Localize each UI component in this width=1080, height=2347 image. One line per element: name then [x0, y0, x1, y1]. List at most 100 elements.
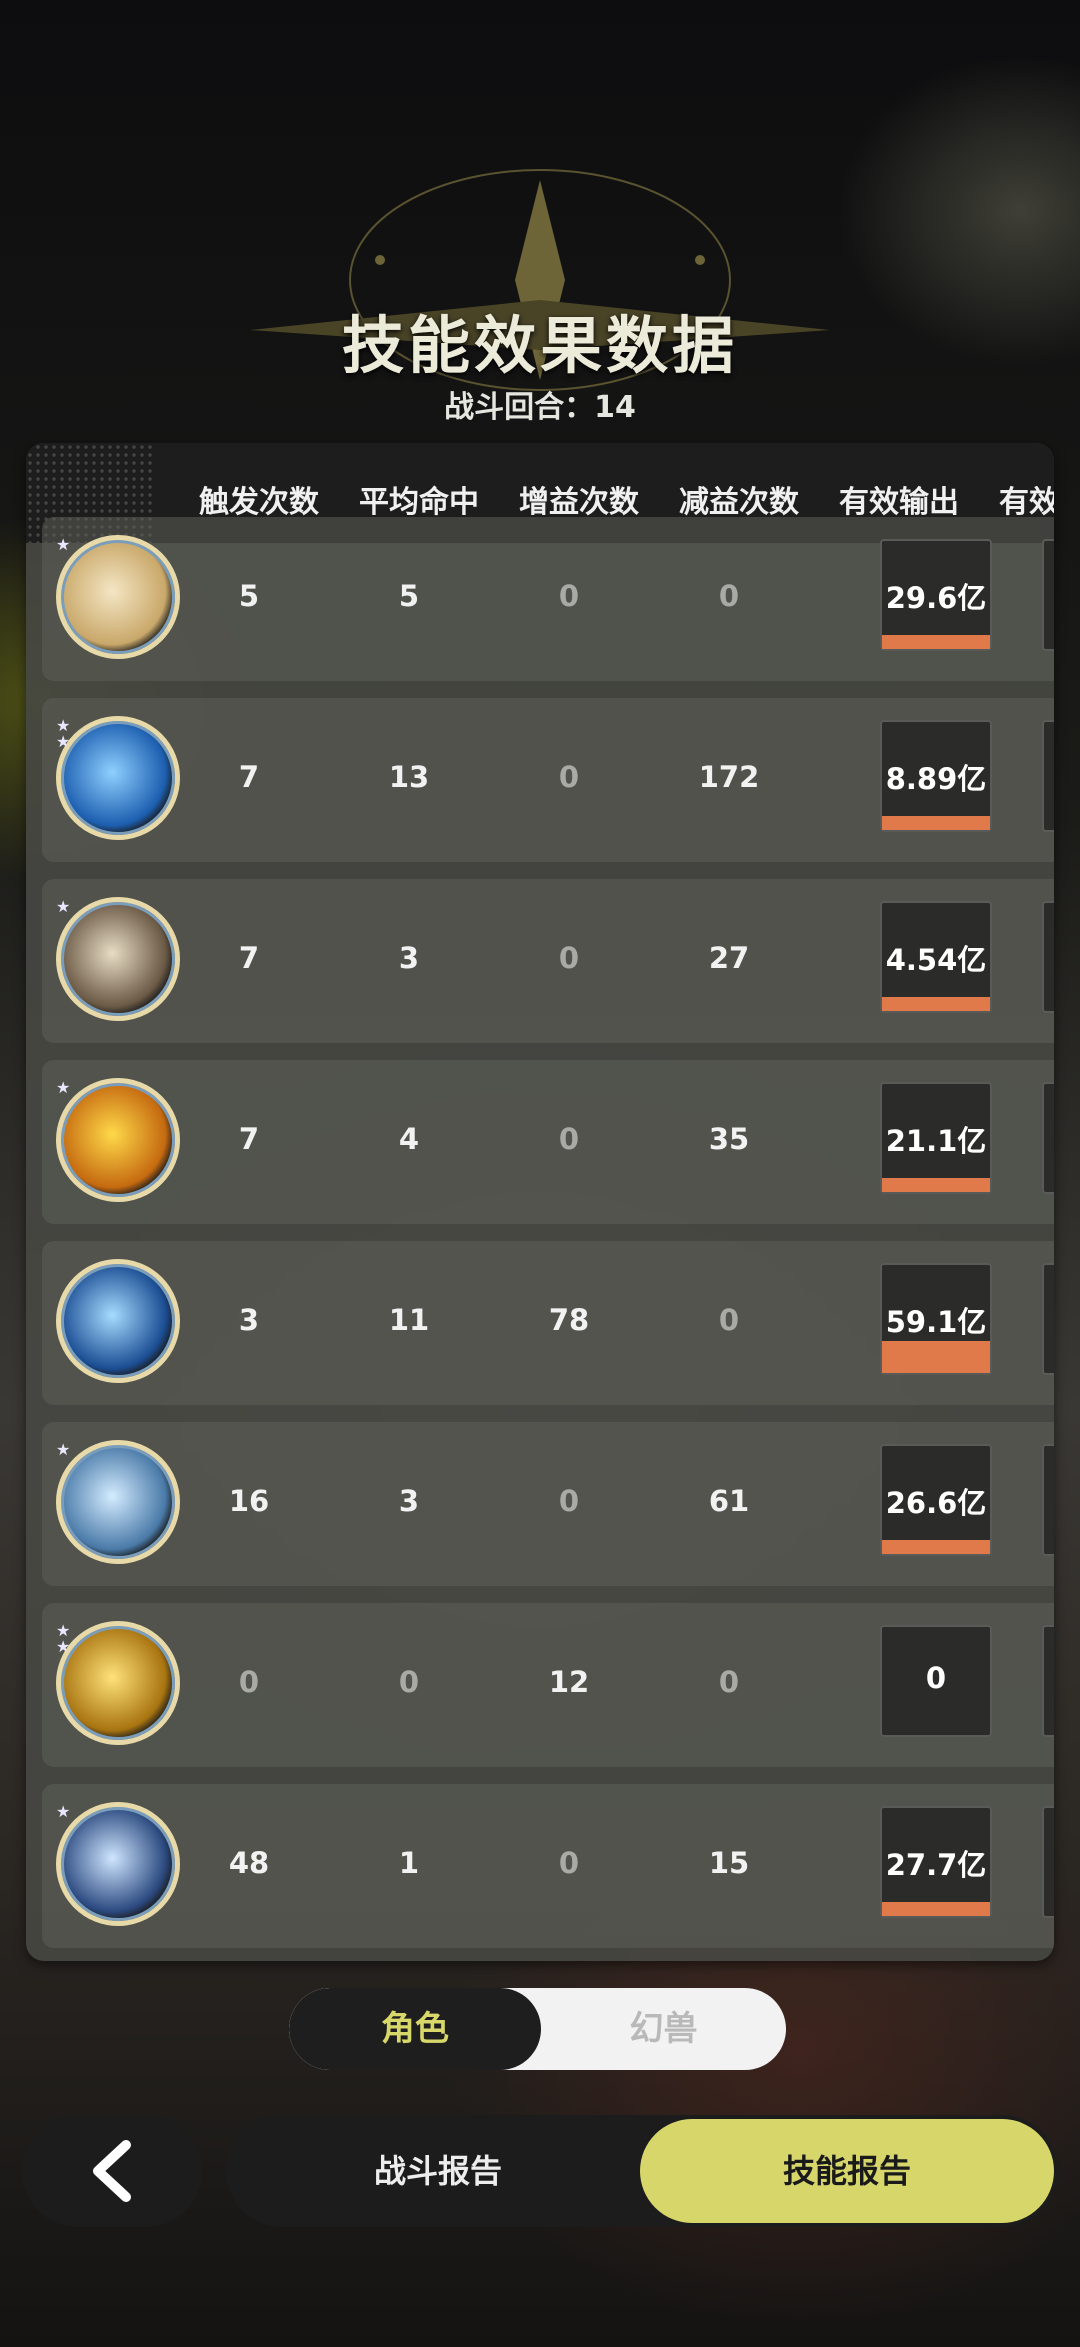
next-column-cell: [1042, 1444, 1054, 1556]
next-column-cell: [1042, 1082, 1054, 1194]
output-bar: [882, 1540, 990, 1554]
output-value: 26.6亿: [885, 1486, 987, 1520]
cell-trigger: 7: [238, 941, 260, 975]
cell-avg-hit: 13: [388, 760, 430, 794]
crystal-shard-icon: [56, 1802, 180, 1926]
cell-debuff: 15: [708, 1846, 750, 1880]
next-column-cell: [1042, 1263, 1054, 1375]
output-cell: 8.89亿: [880, 720, 992, 832]
ice-shield-icon: [56, 1440, 180, 1564]
output-cell: 4.54亿: [880, 901, 992, 1013]
next-column-cell: [1042, 720, 1054, 832]
col-debuff-count: 减益次数: [679, 485, 799, 520]
rank-star-icon: ★ ★: [56, 1621, 71, 1656]
cell-avg-hit: 3: [398, 941, 420, 975]
table-row: ★ 5 5 0 0 29.6亿: [42, 517, 1054, 681]
output-value: 59.1亿: [885, 1305, 987, 1339]
cell-avg-hit: 0: [398, 1665, 420, 1699]
rank-star-icon: ★ ★: [56, 716, 71, 751]
cell-trigger: 16: [228, 1484, 270, 1518]
rank-star-icon: ★: [56, 535, 71, 554]
toggle-beast[interactable]: 幻兽: [541, 1988, 786, 2070]
output-cell: 29.6亿: [880, 539, 992, 651]
back-button[interactable]: [22, 2115, 202, 2227]
cell-trigger: 5: [238, 579, 260, 613]
output-value: 4.54亿: [885, 943, 987, 977]
rank-star-icon: ★: [56, 1802, 71, 1821]
water-ring-icon: [56, 1259, 180, 1383]
cell-avg-hit: 5: [398, 579, 420, 613]
col-effective-output: 有效输出: [839, 485, 959, 520]
cell-buff: 12: [548, 1665, 590, 1699]
cell-buff: 0: [558, 1846, 580, 1880]
col-trigger-count: 触发次数: [199, 485, 319, 520]
cell-buff: 0: [558, 579, 580, 613]
output-cell: 26.6亿: [880, 1444, 992, 1556]
output-bar: [882, 1178, 990, 1192]
fire-burst-icon: [56, 1078, 180, 1202]
output-bar: [882, 1341, 990, 1373]
cell-buff: 0: [558, 1122, 580, 1156]
cell-avg-hit: 11: [388, 1303, 430, 1337]
page-title: 技能效果数据: [341, 309, 738, 382]
toggle-role[interactable]: 角色: [289, 1988, 541, 2070]
next-column-cell: [1042, 1625, 1054, 1737]
battle-round-label: 战斗回合：14: [444, 390, 636, 425]
cell-debuff: 61: [708, 1484, 750, 1518]
report-tab-bar[interactable]: 战斗报告 技能报告: [226, 2115, 1058, 2227]
cell-trigger: 0: [238, 1665, 260, 1699]
table-row: ★ 48 1 0 15 27.7亿: [42, 1784, 1054, 1948]
output-cell: 59.1亿: [880, 1263, 992, 1375]
rank-star-icon: ★: [56, 1078, 71, 1097]
cell-debuff: 0: [718, 1303, 740, 1337]
cell-avg-hit: 1: [398, 1846, 420, 1880]
cell-debuff: 35: [708, 1122, 750, 1156]
table-row: ★ ★ 0 0 12 0 0: [42, 1603, 1054, 1767]
output-value: 8.89亿: [885, 762, 987, 796]
cell-buff: 0: [558, 760, 580, 794]
output-bar: [882, 997, 990, 1011]
cell-buff: 78: [548, 1303, 590, 1337]
chevron-left-icon: [93, 2140, 131, 2202]
output-bar: [882, 816, 990, 830]
cell-buff: 0: [558, 1484, 580, 1518]
col-effective-cut: 有效: [999, 485, 1054, 520]
cell-trigger: 7: [238, 760, 260, 794]
next-column-cell: [1042, 1806, 1054, 1918]
rank-star-icon: ★: [56, 1440, 71, 1459]
table-row: 3 11 78 0 59.1亿: [42, 1241, 1054, 1405]
col-avg-hit: 平均命中: [359, 485, 479, 520]
table-row: ★ 7 3 0 27 4.54亿: [42, 879, 1054, 1043]
skull-burst-icon: [56, 897, 180, 1021]
next-column-cell: [1042, 539, 1054, 651]
next-column-cell: [1042, 901, 1054, 1013]
cell-buff: 0: [558, 941, 580, 975]
cell-avg-hit: 3: [398, 1484, 420, 1518]
output-value: 21.1亿: [885, 1124, 987, 1158]
output-bar: [882, 1902, 990, 1916]
cell-trigger: 3: [238, 1303, 260, 1337]
role-beast-toggle[interactable]: 角色 幻兽: [289, 1988, 786, 2070]
cell-trigger: 48: [228, 1846, 270, 1880]
output-value: 27.7亿: [885, 1848, 987, 1882]
output-cell: 0: [880, 1625, 992, 1737]
table-row: ★ 7 4 0 35 21.1亿: [42, 1060, 1054, 1224]
output-bar: [882, 635, 990, 649]
rank-star-icon: ★: [56, 897, 71, 916]
table-row: ★ 16 3 0 61 26.6亿: [42, 1422, 1054, 1586]
cell-debuff: 172: [698, 760, 760, 794]
tab-battle-report[interactable]: 战斗报告: [226, 2115, 650, 2227]
col-buff-count: 增益次数: [519, 485, 639, 520]
cell-debuff: 0: [718, 1665, 740, 1699]
output-cell: 21.1亿: [880, 1082, 992, 1194]
cell-debuff: 0: [718, 579, 740, 613]
wing-slash-icon: [56, 535, 180, 659]
tab-skill-report[interactable]: 技能报告: [640, 2119, 1054, 2223]
skill-data-table[interactable]: 触发次数 平均命中 增益次数 减益次数 有效输出 有效 ★ 5 5 0 0 29.6亿 ★ …: [26, 443, 1054, 1961]
cell-debuff: 27: [708, 941, 750, 975]
output-cell: 27.7亿: [880, 1806, 992, 1918]
table-row: ★ ★ 7 13 0 172 8.89亿: [42, 698, 1054, 862]
cell-trigger: 7: [238, 1122, 260, 1156]
cell-avg-hit: 4: [398, 1122, 420, 1156]
output-value: 0: [925, 1661, 947, 1695]
